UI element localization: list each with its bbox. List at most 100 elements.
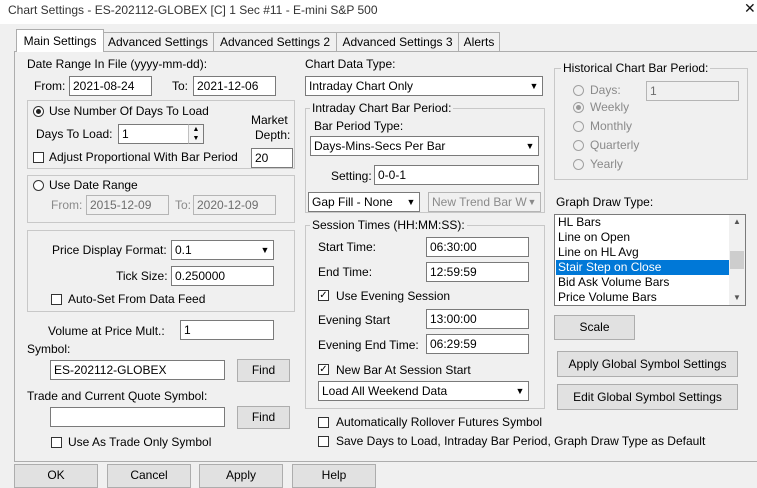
historical-days-field[interactable]: 1 xyxy=(646,81,739,101)
setting-label: Setting: xyxy=(331,169,372,183)
historical-days-radio[interactable] xyxy=(573,85,584,96)
help-button[interactable]: Help xyxy=(292,464,376,488)
list-scrollbar[interactable]: ▲ ▼ xyxy=(729,215,745,305)
apply-global-symbol-button[interactable]: Apply Global Symbol Settings xyxy=(557,351,738,377)
symbol-find-button[interactable]: Find xyxy=(237,359,290,382)
range-from-label: From: xyxy=(51,198,83,212)
list-item[interactable]: Line on HL Avg xyxy=(556,245,732,260)
to-label: To: xyxy=(172,79,189,93)
new-bar-session-checkbox[interactable]: ✓ xyxy=(318,364,329,375)
auto-set-label: Auto-Set From Data Feed xyxy=(68,292,206,306)
to-date-field[interactable]: 2021-12-06 xyxy=(193,76,276,96)
save-default-label: Save Days to Load, Intraday Bar Period, … xyxy=(336,434,706,448)
historical-weekly-label: Weekly xyxy=(590,100,630,114)
ok-button[interactable]: OK xyxy=(14,464,98,488)
market-depth-label-1: Market xyxy=(251,113,288,127)
price-format-select[interactable]: 0.1 ▼ xyxy=(171,240,274,260)
volume-mult-field[interactable]: 1 xyxy=(180,320,274,340)
trade-find-button[interactable]: Find xyxy=(237,406,290,429)
trade-symbol-label: Trade and Current Quote Symbol: xyxy=(27,389,208,403)
gap-fill-select[interactable]: Gap Fill - None ▼ xyxy=(308,192,420,212)
historical-quarterly-label: Quarterly xyxy=(590,138,640,152)
graph-draw-type-list[interactable]: HL Bars Line on Open Line on HL Avg Stai… xyxy=(554,214,746,306)
apply-button[interactable]: Apply xyxy=(199,464,283,488)
range-to-field[interactable]: 2020-12-09 xyxy=(193,195,276,215)
date-range-label: Date Range In File (yyyy-mm-dd): xyxy=(27,57,208,71)
historical-monthly-label: Monthly xyxy=(590,119,633,133)
weekend-data-select[interactable]: Load All Weekend Data ▼ xyxy=(318,381,529,401)
list-item[interactable]: HL Bars xyxy=(556,215,732,230)
historical-yearly-radio[interactable] xyxy=(573,159,584,170)
price-format-label: Price Display Format: xyxy=(52,243,167,257)
chevron-down-icon: ▼ xyxy=(529,81,539,91)
trade-only-label: Use As Trade Only Symbol xyxy=(68,435,212,449)
new-trend-bar-select[interactable]: New Trend Bar W ▼ xyxy=(428,192,541,212)
evening-start-label: Evening Start xyxy=(318,313,391,327)
tick-size-field[interactable]: 0.250000 xyxy=(171,266,274,286)
new-bar-session-label: New Bar At Session Start xyxy=(336,363,471,377)
use-date-range-radio[interactable] xyxy=(33,180,44,191)
start-time-label: Start Time: xyxy=(318,240,377,254)
chart-data-type-select[interactable]: Intraday Chart Only ▼ xyxy=(305,76,543,96)
auto-set-checkbox[interactable] xyxy=(51,294,62,305)
market-depth-field[interactable]: 20 xyxy=(251,148,293,168)
bar-period-type-value: Days-Mins-Secs Per Bar xyxy=(314,139,446,153)
setting-field[interactable]: 0-0-1 xyxy=(374,165,539,185)
volume-mult-label: Volume at Price Mult.: xyxy=(48,324,165,338)
historical-quarterly-radio[interactable] xyxy=(573,140,584,151)
from-date-field[interactable]: 2021-08-24 xyxy=(69,76,152,96)
chevron-down-icon: ▼ xyxy=(527,197,537,207)
close-icon[interactable]: ✕ xyxy=(744,0,756,17)
chart-data-type-value: Intraday Chart Only xyxy=(309,79,414,93)
scale-button[interactable]: Scale xyxy=(554,315,635,340)
intraday-bar-group-label: Intraday Chart Bar Period: xyxy=(310,101,454,115)
trade-symbol-field[interactable] xyxy=(50,407,225,427)
tick-size-label: Tick Size: xyxy=(116,269,168,283)
tab-advanced-settings[interactable]: Advanced Settings xyxy=(102,32,214,52)
graph-draw-type-label: Graph Draw Type: xyxy=(556,195,654,209)
tab-advanced-settings-2[interactable]: Advanced Settings 2 xyxy=(213,32,337,52)
auto-rollover-checkbox[interactable] xyxy=(318,417,329,428)
evening-session-checkbox[interactable]: ✓ xyxy=(318,290,329,301)
evening-session-label: Use Evening Session xyxy=(336,289,451,303)
adjust-proportional-checkbox[interactable] xyxy=(33,152,44,163)
adjust-proportional-label: Adjust Proportional With Bar Period xyxy=(49,150,238,164)
evening-end-label: Evening End Time: xyxy=(318,338,419,352)
tab-advanced-settings-3[interactable]: Advanced Settings 3 xyxy=(336,32,459,52)
from-label: From: xyxy=(34,79,66,93)
session-times-group-label: Session Times (HH:MM:SS): xyxy=(310,218,467,232)
symbol-field[interactable]: ES-202112-GLOBEX xyxy=(50,360,225,380)
start-time-field[interactable]: 06:30:00 xyxy=(426,237,529,257)
cancel-button[interactable]: Cancel xyxy=(107,464,191,488)
chevron-down-icon: ▼ xyxy=(515,386,525,396)
days-to-load-field[interactable]: 1 xyxy=(118,124,189,144)
range-from-field[interactable]: 2015-12-09 xyxy=(86,195,169,215)
end-time-label: End Time: xyxy=(318,265,373,279)
trade-only-checkbox[interactable] xyxy=(51,437,62,448)
chevron-up-icon[interactable]: ▲ xyxy=(729,215,745,229)
historical-weekly-radio[interactable] xyxy=(573,102,584,113)
edit-global-symbol-button[interactable]: Edit Global Symbol Settings xyxy=(557,384,738,410)
use-days-radio[interactable] xyxy=(33,106,44,117)
save-default-checkbox[interactable] xyxy=(318,436,329,447)
historical-monthly-radio[interactable] xyxy=(573,121,584,132)
list-item-selected[interactable]: Stair Step on Close xyxy=(556,260,732,275)
days-spinner[interactable]: ▲ ▼ xyxy=(188,124,204,144)
evening-end-field[interactable]: 06:29:59 xyxy=(426,334,529,354)
bar-period-type-label: Bar Period Type: xyxy=(314,119,404,133)
list-item[interactable]: Bid Ask Volume Bars xyxy=(556,275,732,290)
chevron-down-icon[interactable]: ▼ xyxy=(729,291,745,305)
scrollbar-thumb[interactable] xyxy=(730,251,744,269)
gap-fill-value: Gap Fill - None xyxy=(312,195,393,209)
end-time-field[interactable]: 12:59:59 xyxy=(426,262,529,282)
tab-alerts[interactable]: Alerts xyxy=(458,32,500,52)
list-item[interactable]: Price Volume Bars xyxy=(556,290,732,305)
bar-period-type-select[interactable]: Days-Mins-Secs Per Bar ▼ xyxy=(310,136,539,156)
use-days-label: Use Number Of Days To Load xyxy=(49,104,209,118)
historical-days-label: Days: xyxy=(590,83,621,97)
tab-main-settings[interactable]: Main Settings xyxy=(16,29,104,52)
evening-start-field[interactable]: 13:00:00 xyxy=(426,309,529,329)
chevron-down-icon: ▼ xyxy=(406,197,416,207)
list-item[interactable]: Line on Open xyxy=(556,230,732,245)
window-title: Chart Settings - ES-202112-GLOBEX [C] 1 … xyxy=(8,3,378,17)
